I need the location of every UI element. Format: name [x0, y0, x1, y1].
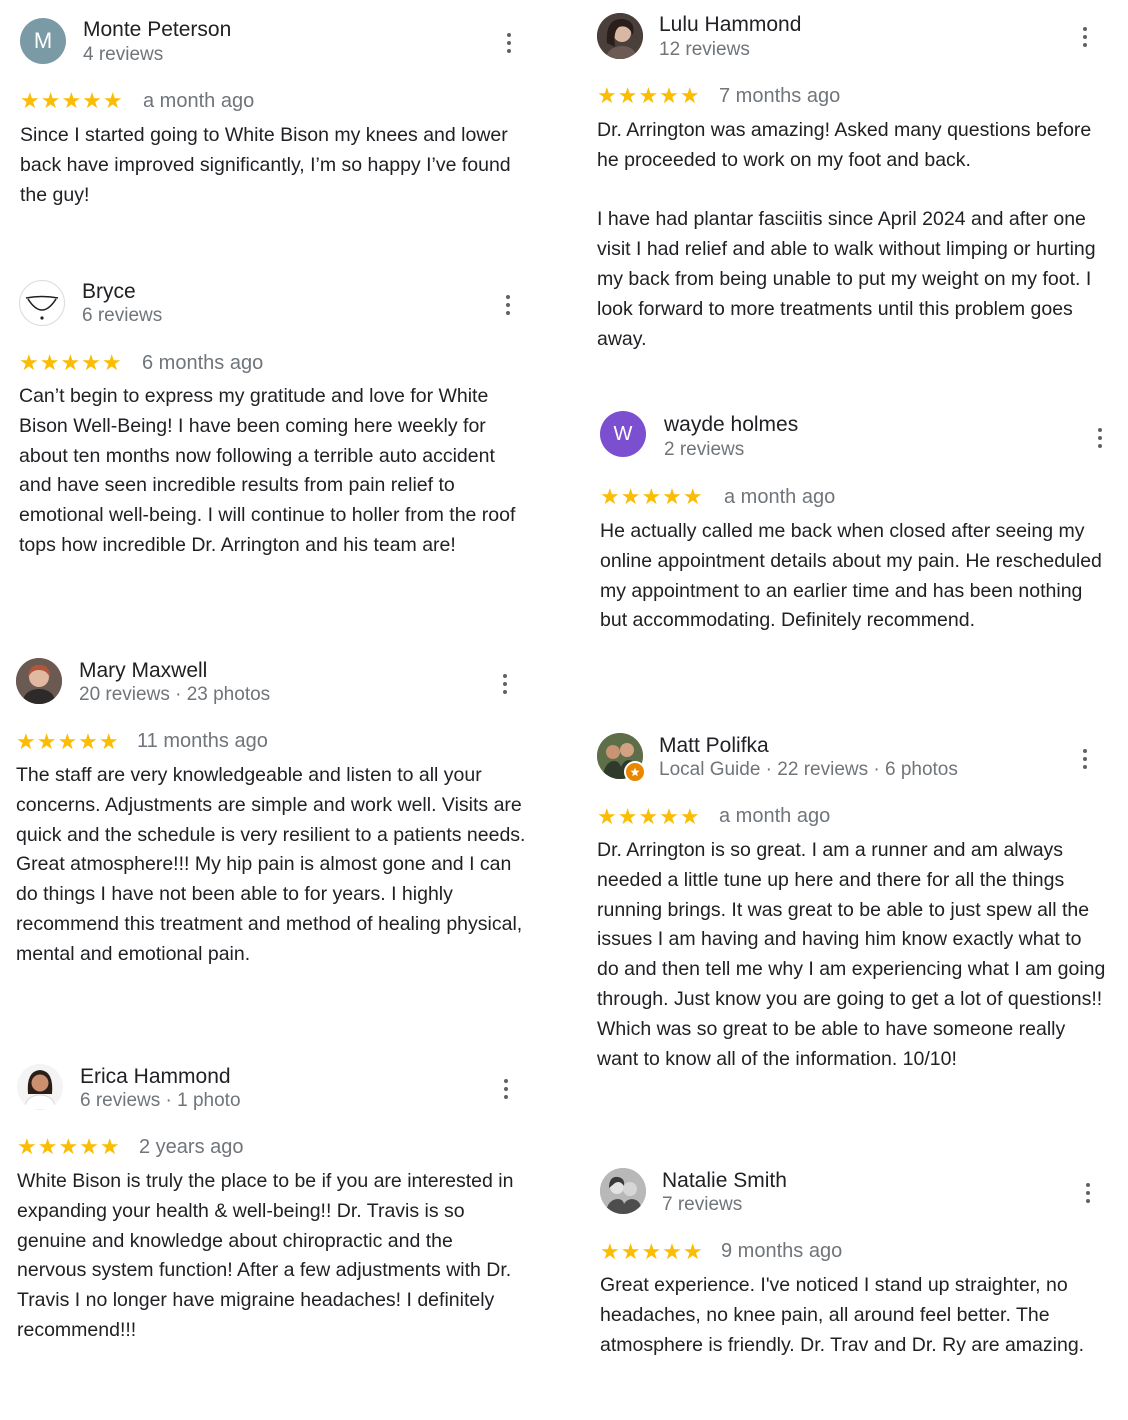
avatar[interactable]	[19, 280, 65, 326]
reviewer-meta: 2 reviews	[664, 439, 745, 460]
more-options-button[interactable]	[1080, 749, 1090, 773]
review-text: Can’t begin to express my gratitude and …	[19, 385, 516, 556]
more-options-button[interactable]	[503, 295, 513, 319]
avatar[interactable]: M	[20, 18, 66, 64]
more-options-button[interactable]	[500, 674, 510, 698]
reviewer-name[interactable]: Natalie Smith	[662, 1169, 787, 1193]
review-text: Dr. Arrington was amazing! Asked many qu…	[597, 119, 1096, 350]
reviewer-name[interactable]: Bryce	[82, 280, 136, 304]
more-options-button[interactable]	[1083, 1183, 1093, 1207]
reviewer-name[interactable]: Lulu Hammond	[659, 13, 801, 37]
review-text: The staff are very knowledgeable and lis…	[16, 764, 526, 965]
star-rating: ★★★★★	[597, 83, 701, 108]
review-date: 7 months ago	[719, 85, 841, 107]
review-text: White Bison is truly the place to be if …	[17, 1170, 514, 1341]
profile-photo-icon	[16, 658, 62, 704]
avatar-letter: M	[33, 28, 53, 53]
reviewer-meta: 4 reviews	[83, 44, 164, 65]
reviewer-name[interactable]: Erica Hammond	[80, 1065, 231, 1089]
reviewer-meta: 12 reviews	[659, 39, 750, 60]
review-date: 9 months ago	[721, 1240, 843, 1262]
star-rating: ★★★★★	[597, 804, 701, 829]
reviewer-name[interactable]: Matt Polifka	[659, 734, 769, 758]
profile-photo-icon	[597, 13, 643, 59]
star-rating: ★★★★★	[20, 88, 124, 113]
star-rating: ★★★★★	[19, 350, 123, 375]
review-date: a month ago	[719, 805, 831, 827]
review-text: Dr. Arrington is so great. I am a runner…	[597, 839, 1106, 1070]
reviewer-name[interactable]: Monte Peterson	[83, 18, 231, 42]
review-date: 6 months ago	[142, 352, 264, 374]
reviewer-meta: 20 reviews · 23 photos	[79, 684, 271, 705]
avatar[interactable]	[597, 733, 646, 783]
avatar[interactable]	[16, 658, 62, 704]
review-date: 2 years ago	[139, 1136, 244, 1158]
avatar-letter: W	[613, 422, 633, 445]
profile-photo-icon	[600, 1168, 646, 1214]
review-date: a month ago	[143, 90, 255, 112]
star-rating: ★★★★★	[600, 1239, 704, 1264]
reviewer-meta: 6 reviews · 1 photo	[80, 1090, 241, 1111]
star-rating: ★★★★★	[16, 729, 120, 754]
review-date: 11 months ago	[137, 730, 268, 752]
avatar[interactable]	[597, 13, 643, 59]
star-rating: ★★★★★	[600, 484, 704, 509]
more-options-button[interactable]	[501, 1079, 511, 1103]
more-options-button[interactable]	[504, 33, 514, 57]
more-options-button[interactable]	[1095, 428, 1105, 452]
more-options-button[interactable]	[1080, 27, 1090, 51]
reviewer-name[interactable]: wayde holmes	[664, 413, 798, 437]
reviewer-meta: Local Guide · 22 reviews · 6 photos	[659, 759, 958, 780]
review-text: Since I started going to White Bison my …	[20, 124, 511, 206]
review-text: Great experience. I've noticed I stand u…	[600, 1274, 1085, 1356]
profile-photo-icon	[17, 1064, 63, 1110]
review-text: He actually called me back when closed a…	[600, 520, 1102, 632]
reviewer-meta: 7 reviews	[662, 1194, 743, 1215]
reviewer-meta: 6 reviews	[82, 305, 163, 326]
local-guide-icon	[624, 761, 646, 783]
avatar[interactable]	[17, 1064, 63, 1110]
reviewer-name[interactable]: Mary Maxwell	[79, 659, 207, 683]
review-date: a month ago	[724, 486, 836, 508]
avatar[interactable]	[600, 1168, 646, 1214]
star-rating: ★★★★★	[17, 1134, 121, 1159]
person-outline-icon	[25, 295, 59, 320]
avatar[interactable]: W	[600, 411, 646, 457]
